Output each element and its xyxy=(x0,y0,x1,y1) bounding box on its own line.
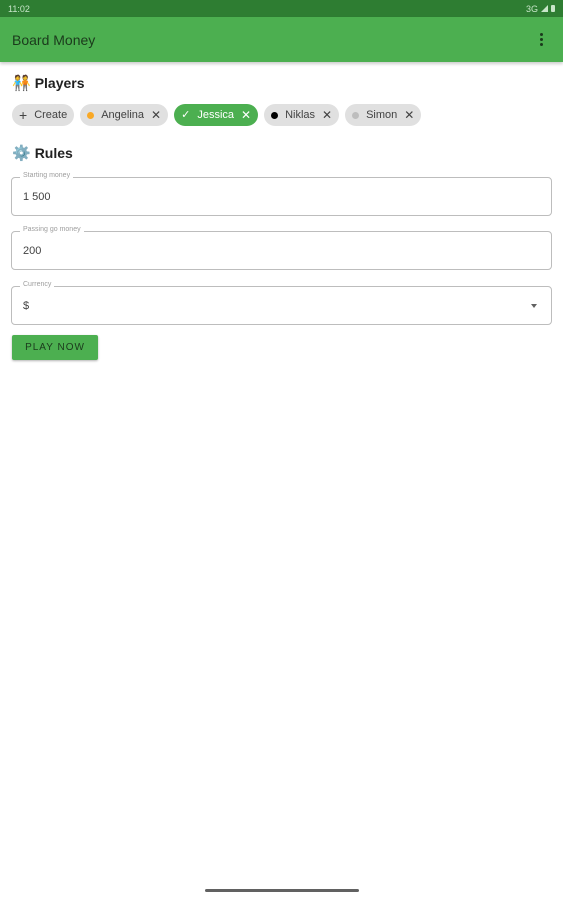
player-chips: + Create Angelina ✕ ✓ Jessica ✕ Niklas ✕… xyxy=(12,104,422,126)
player-color-dot xyxy=(87,111,95,119)
network-label: 3G xyxy=(525,3,538,14)
player-chip-label: Niklas xyxy=(285,109,316,121)
close-icon[interactable]: ✕ xyxy=(241,109,251,121)
play-now-button[interactable]: PLAY NOW xyxy=(12,335,98,360)
status-time: 11:02 xyxy=(8,3,30,14)
close-icon[interactable]: ✕ xyxy=(151,109,161,121)
rules-title: Rules xyxy=(34,145,73,161)
player-chip-label: Jessica xyxy=(197,109,235,121)
player-color-dot xyxy=(271,111,279,119)
currency-select[interactable]: Currency $ xyxy=(11,281,552,325)
status-bar: 11:02 3G xyxy=(0,0,563,17)
create-chip-label: Create xyxy=(34,109,68,121)
passing-go-money-label: Passing go money xyxy=(20,226,84,233)
currency-label: Currency xyxy=(20,281,55,288)
check-icon: ✓ xyxy=(181,108,191,121)
player-chip-angelina[interactable]: Angelina ✕ xyxy=(80,104,169,126)
currency-value[interactable]: $ xyxy=(23,300,29,312)
player-color-dot xyxy=(352,111,360,119)
status-icons: 3G xyxy=(526,4,555,14)
passing-go-money-value[interactable]: 200 xyxy=(23,245,41,257)
player-chip-jessica[interactable]: ✓ Jessica ✕ xyxy=(174,104,259,126)
app-bar: Board Money xyxy=(0,17,563,62)
close-icon[interactable]: ✕ xyxy=(322,109,332,121)
player-chip-niklas[interactable]: Niklas ✕ xyxy=(264,104,340,126)
app-title: Board Money xyxy=(12,31,96,48)
signal-icon xyxy=(541,5,548,12)
player-chip-label: Simon xyxy=(366,109,398,121)
gesture-nav-handle[interactable] xyxy=(205,889,359,892)
rules-heading: ⚙️ Rules xyxy=(12,145,73,161)
close-icon[interactable]: ✕ xyxy=(404,109,414,121)
more-vert-icon[interactable] xyxy=(531,28,551,52)
passing-go-money-field[interactable]: Passing go money 200 xyxy=(11,226,552,270)
dropdown-arrow-icon[interactable] xyxy=(531,304,537,308)
gear-icon: ⚙️ xyxy=(12,144,31,162)
battery-icon xyxy=(551,5,555,12)
players-title: Players xyxy=(34,75,85,91)
starting-money-label: Starting money xyxy=(20,172,74,179)
starting-money-field[interactable]: Starting money 1 500 xyxy=(11,172,552,216)
people-icon: 🧑‍🤝‍🧑 xyxy=(12,74,31,92)
create-player-chip[interactable]: + Create xyxy=(12,104,75,126)
players-heading: 🧑‍🤝‍🧑 Players xyxy=(12,75,85,91)
starting-money-value[interactable]: 1 500 xyxy=(23,191,51,203)
player-chip-label: Angelina xyxy=(101,109,145,121)
plus-icon: + xyxy=(19,107,28,123)
player-chip-simon[interactable]: Simon ✕ xyxy=(345,104,422,126)
